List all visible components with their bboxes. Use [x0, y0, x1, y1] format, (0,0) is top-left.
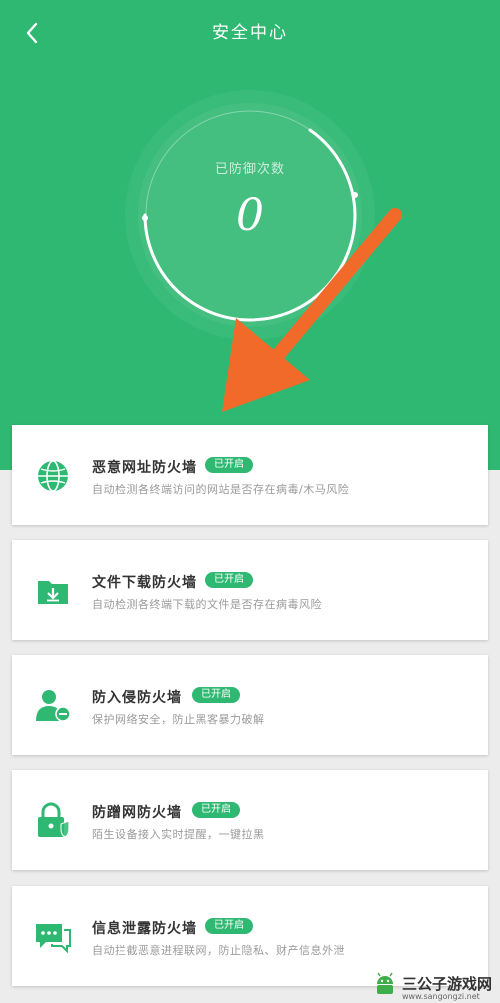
- firewall-name: 恶意网址防火墙: [92, 460, 197, 476]
- folder-download-icon: [38, 581, 68, 604]
- chat-bubbles-icon: [36, 924, 71, 954]
- firewall-description: 自动检测各终端访问的网站是否存在病毒/木马风险: [92, 483, 350, 496]
- status-badge: 已开启: [205, 918, 253, 934]
- status-badge: 已开启: [192, 687, 240, 703]
- globe-icon: [38, 460, 68, 492]
- status-badge: 已开启: [205, 457, 253, 473]
- firewall-name: 防入侵防火墙: [92, 690, 182, 706]
- firewall-name: 防蹭网防火墙: [92, 805, 182, 821]
- firewall-description: 保护网络安全，防止黑客暴力破解: [92, 713, 265, 726]
- firewall-card-intrusion[interactable]: 防入侵防火墙 已开启 保护网络安全，防止黑客暴力破解: [12, 655, 488, 755]
- android-logo-icon: [377, 972, 393, 994]
- firewall-description: 陌生设备接入实时提醒，一键拉黑: [92, 828, 265, 841]
- status-badge: 已开启: [205, 572, 253, 588]
- watermark-url: www.sangongzi.net: [402, 992, 480, 1001]
- firewall-card-file-download[interactable]: 文件下载防火墙 已开启 自动检测各终端下载的文件是否存在病毒风险: [12, 540, 488, 640]
- firewall-card-malicious-url[interactable]: 恶意网址防火墙 已开启 自动检测各终端访问的网站是否存在病毒/木马风险: [12, 425, 488, 525]
- status-badge: 已开启: [192, 802, 240, 818]
- user-block-icon: [36, 690, 71, 722]
- gauge-value: 0: [236, 190, 264, 241]
- page-title: 安全中心: [212, 23, 288, 43]
- firewall-name: 文件下载防火墙: [92, 575, 197, 591]
- site-watermark: 三公子游戏网 www.sangongzi.net: [372, 968, 493, 1001]
- firewall-description: 自动检测各终端下载的文件是否存在病毒风险: [92, 598, 322, 611]
- lock-shield-icon: [38, 802, 70, 838]
- header-banner: 安全中心 已防御次数 0: [0, 0, 500, 470]
- firewall-name: 信息泄露防火墙: [92, 921, 197, 937]
- watermark-text: 三公子游戏网: [402, 974, 493, 993]
- firewall-card-wifi-leech[interactable]: 防蹭网防火墙 已开启 陌生设备接入实时提醒，一键拉黑: [12, 770, 488, 870]
- gauge-label: 已防御次数: [214, 162, 285, 177]
- firewall-description: 自动拦截恶意进程联网，防止隐私、财产信息外泄: [92, 944, 345, 957]
